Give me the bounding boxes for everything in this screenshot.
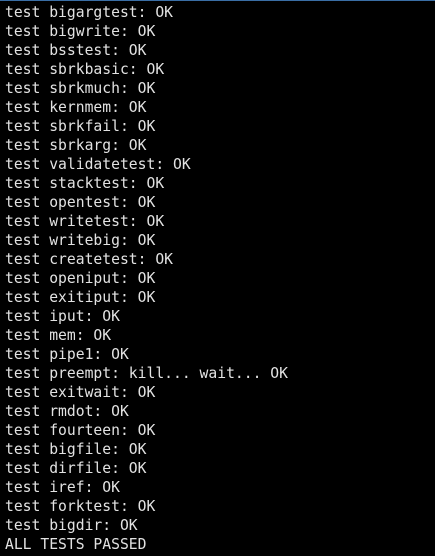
test-result-line: test forktest: OK: [5, 498, 156, 515]
test-result-line: test bigargtest: OK: [5, 4, 174, 21]
test-result-line: test fourteen: OK: [5, 422, 156, 439]
test-result-line: test exitwait: OK: [5, 384, 156, 401]
test-result-line: test sbrkarg: OK: [5, 137, 147, 154]
test-result-line: test createtest: OK: [5, 251, 174, 268]
test-result-line: test bigdir: OK: [5, 517, 138, 534]
window-top-border: [0, 0, 435, 1]
test-result-line: test bigwrite: OK: [5, 23, 156, 40]
test-result-line: test exitiput: OK: [5, 289, 156, 306]
test-result-line: test preempt: kill... wait... OK: [5, 365, 288, 382]
test-result-line: test iref: OK: [5, 479, 120, 496]
test-result-line: test sbrkfail: OK: [5, 118, 156, 135]
test-result-line: test bigfile: OK: [5, 441, 147, 458]
test-result-line: test validatetest: OK: [5, 156, 191, 173]
summary-line: ALL TESTS PASSED: [5, 536, 147, 553]
test-result-line: test opentest: OK: [5, 194, 156, 211]
test-result-line: test writebig: OK: [5, 232, 156, 249]
terminal-output[interactable]: test bigargtest: OK test bigwrite: OK test…: [5, 3, 288, 554]
test-result-line: test rmdot: OK: [5, 403, 129, 420]
test-result-line: test dirfile: OK: [5, 460, 147, 477]
test-result-line: test sbrkmuch: OK: [5, 80, 156, 97]
test-result-line: test sbrkbasic: OK: [5, 61, 165, 78]
test-result-line: test pipe1: OK: [5, 346, 129, 363]
test-result-line: test writetest: OK: [5, 213, 165, 230]
test-result-line: test iput: OK: [5, 308, 120, 325]
test-result-line: test openiput: OK: [5, 270, 156, 287]
test-result-line: test kernmem: OK: [5, 99, 147, 116]
test-result-line: test stacktest: OK: [5, 175, 165, 192]
test-result-line: test bsstest: OK: [5, 42, 147, 59]
test-result-line: test mem: OK: [5, 327, 112, 344]
